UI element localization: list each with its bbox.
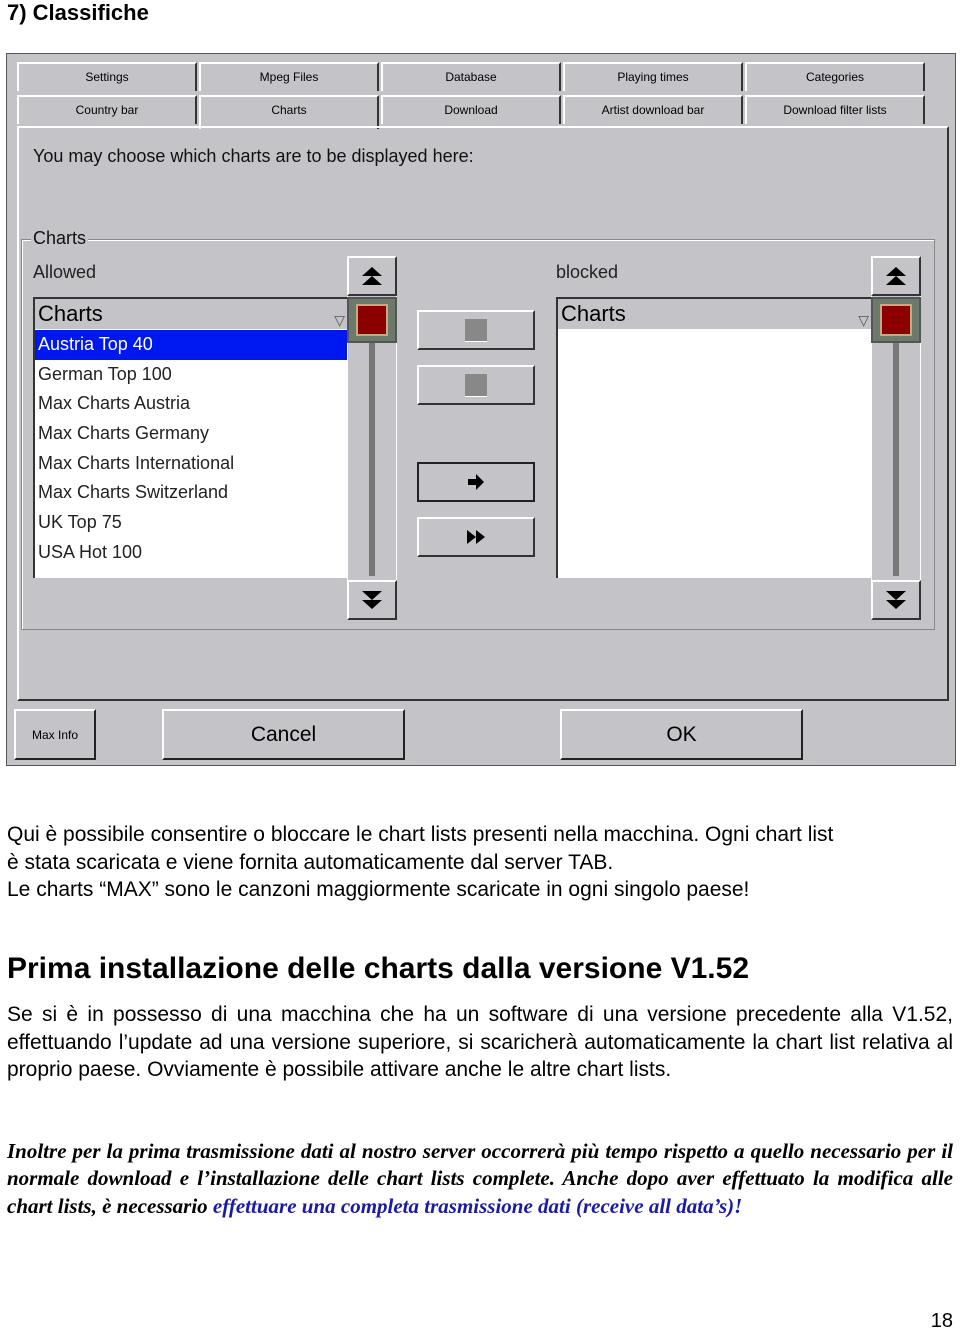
tab-download[interactable]: Download bbox=[381, 95, 561, 124]
paragraph-3: Inoltre per la prima trasmissione dati a… bbox=[7, 1138, 953, 1220]
tab-download-filter-lists[interactable]: Download filter lists bbox=[745, 95, 925, 124]
double-down-arrow-icon bbox=[362, 591, 382, 609]
thumb-grip-icon bbox=[356, 304, 388, 336]
list-item[interactable]: Max Charts Switzerland bbox=[35, 478, 349, 508]
scroll-top-button[interactable] bbox=[347, 256, 397, 296]
section-title: 7) Classifiche bbox=[7, 0, 149, 25]
group-label: Charts bbox=[31, 228, 89, 249]
allowed-listbox[interactable]: Charts ▽ Austria Top 40 German Top 100 M… bbox=[33, 297, 349, 578]
double-up-arrow-icon bbox=[362, 267, 382, 285]
intro-text: You may choose which charts are to be di… bbox=[33, 146, 474, 166]
app-screenshot: Settings Mpeg Files Database Playing tim… bbox=[6, 53, 956, 766]
remove-all-button[interactable] bbox=[417, 365, 535, 405]
ok-button[interactable]: OK bbox=[560, 709, 803, 760]
tab-bar: Settings Mpeg Files Database Playing tim… bbox=[17, 62, 929, 129]
scroll-rail bbox=[893, 342, 899, 576]
double-down-arrow-icon bbox=[886, 591, 906, 609]
max-info-button[interactable]: Max Info bbox=[14, 709, 96, 760]
list-item[interactable]: Max Charts Austria bbox=[35, 389, 349, 419]
list-item[interactable]: Max Charts Germany bbox=[35, 419, 349, 449]
disabled-icon bbox=[465, 373, 487, 397]
scroll-thumb[interactable] bbox=[347, 297, 397, 343]
list-item[interactable]: German Top 100 bbox=[35, 360, 349, 390]
scroll-bottom-button[interactable] bbox=[347, 580, 397, 620]
list-item[interactable]: USA Hot 100 bbox=[35, 538, 349, 568]
list-item[interactable]: Austria Top 40 bbox=[35, 330, 349, 360]
disabled-icon bbox=[465, 318, 487, 342]
paragraph-1-line: è stata scaricata e viene fornita automa… bbox=[7, 850, 614, 874]
dropdown-icon[interactable]: ▽ bbox=[858, 305, 869, 335]
blocked-label: blocked bbox=[556, 262, 619, 282]
move-right-button[interactable] bbox=[417, 462, 535, 502]
list-item[interactable]: Max Charts International bbox=[35, 449, 349, 479]
scroll-top-button[interactable] bbox=[871, 256, 921, 296]
allowed-scrollbar[interactable] bbox=[347, 256, 397, 622]
blocked-scrollbar[interactable] bbox=[871, 256, 921, 622]
paragraph-1-line: Qui è possibile consentire o bloccare le… bbox=[7, 823, 834, 846]
paragraph-2: Se si è in possesso di una macchina che … bbox=[7, 1003, 953, 1081]
tab-playing-times[interactable]: Playing times bbox=[563, 62, 743, 91]
allowed-label: Allowed bbox=[33, 262, 97, 282]
scroll-bottom-button[interactable] bbox=[871, 580, 921, 620]
list-item[interactable]: UK Top 75 bbox=[35, 508, 349, 538]
heading-prima-installazione: Prima installazione delle charts dalla v… bbox=[7, 952, 750, 985]
arrow-right-icon bbox=[468, 474, 484, 490]
allowed-header[interactable]: Charts ▽ bbox=[35, 299, 349, 330]
scroll-rail bbox=[369, 342, 375, 576]
scroll-thumb[interactable] bbox=[871, 297, 921, 343]
paragraph-1-line: Le charts “MAX” sono le canzoni maggiorm… bbox=[7, 878, 750, 901]
double-arrow-right-icon bbox=[467, 530, 485, 544]
tab-categories[interactable]: Categories bbox=[745, 62, 925, 91]
remove-button[interactable] bbox=[417, 310, 535, 350]
paragraph-3-highlight: effettuare una completa trasmissione dat… bbox=[212, 1193, 743, 1218]
double-up-arrow-icon bbox=[886, 267, 906, 285]
blocked-listbox[interactable]: Charts ▽ bbox=[556, 297, 873, 578]
blocked-header-label: Charts bbox=[561, 301, 626, 326]
tab-mpeg-files[interactable]: Mpeg Files bbox=[199, 62, 379, 91]
tab-artist-download-bar[interactable]: Artist download bar bbox=[563, 95, 743, 124]
page-number: 18 bbox=[930, 1310, 953, 1332]
tab-database[interactable]: Database bbox=[381, 62, 561, 91]
paragraph-1: Qui è possibile consentire o bloccare le… bbox=[7, 821, 953, 904]
tab-charts[interactable]: Charts bbox=[199, 95, 379, 129]
blocked-header[interactable]: Charts ▽ bbox=[558, 299, 873, 330]
tab-settings[interactable]: Settings bbox=[17, 62, 197, 91]
cancel-button[interactable]: Cancel bbox=[162, 709, 405, 760]
dropdown-icon[interactable]: ▽ bbox=[334, 305, 345, 335]
allowed-header-label: Charts bbox=[38, 301, 103, 326]
tab-country-bar[interactable]: Country bar bbox=[17, 95, 197, 124]
thumb-grip-icon bbox=[880, 304, 912, 336]
move-all-right-button[interactable] bbox=[417, 517, 535, 557]
